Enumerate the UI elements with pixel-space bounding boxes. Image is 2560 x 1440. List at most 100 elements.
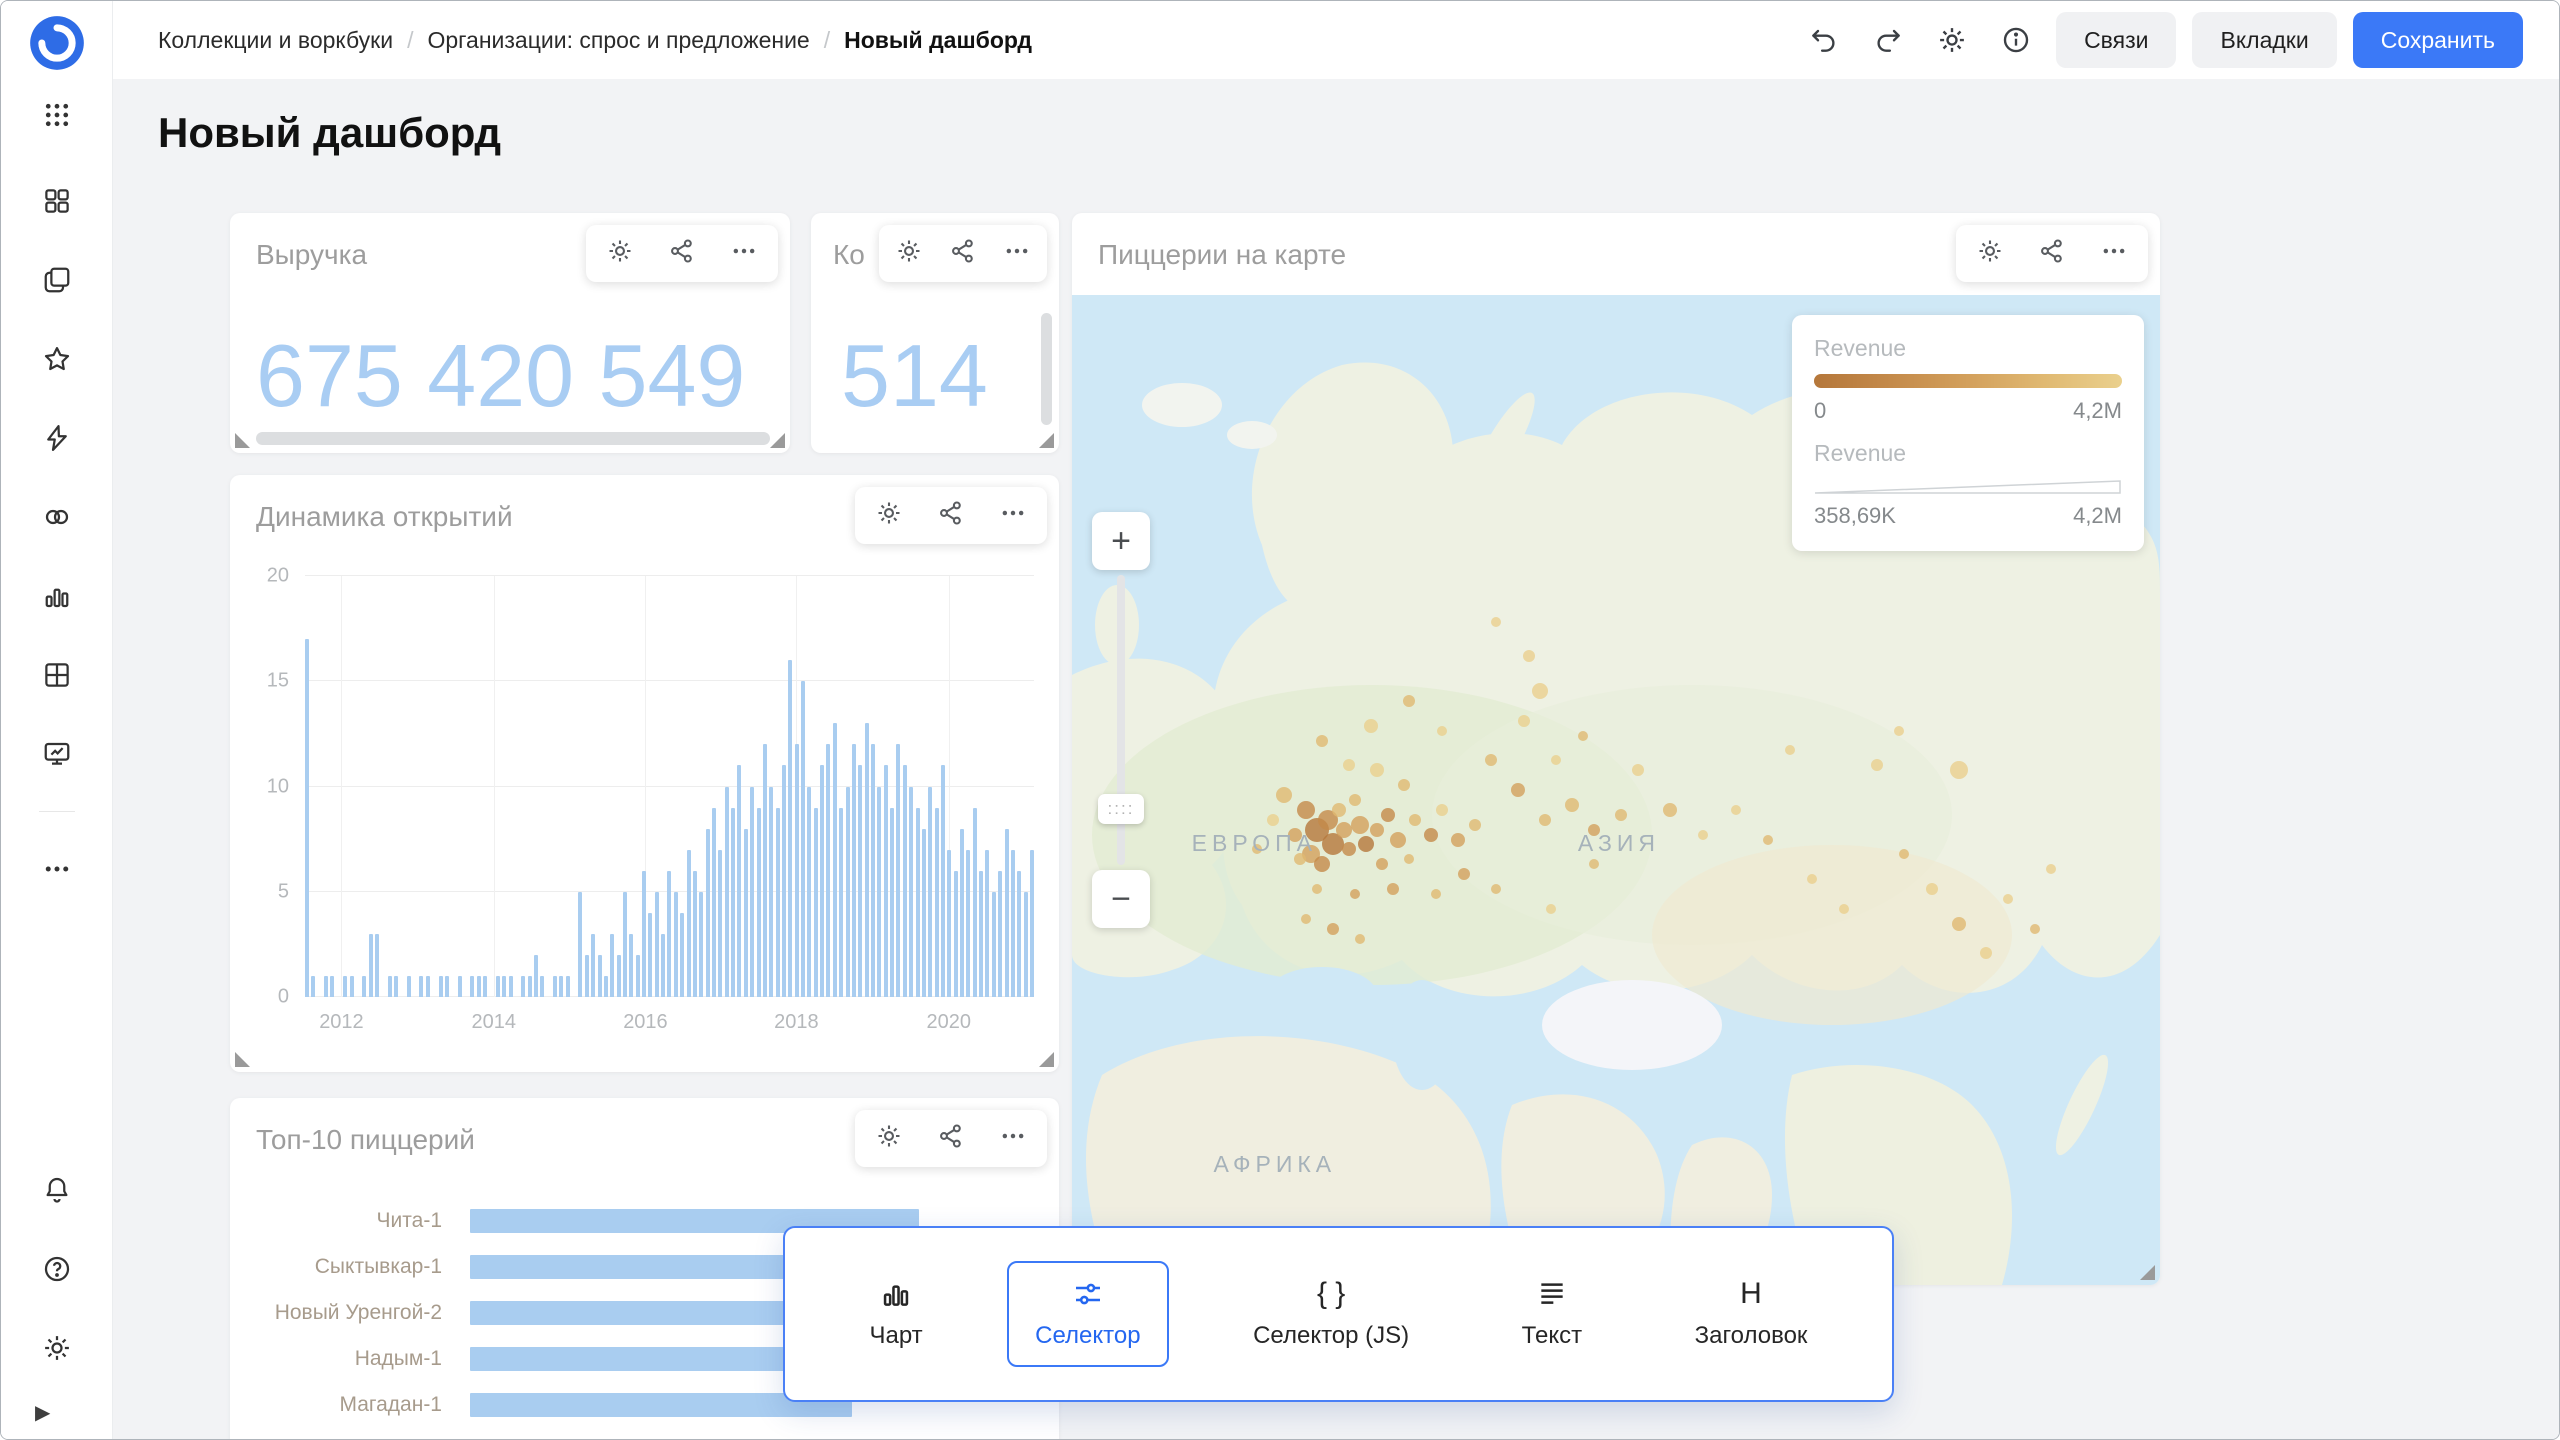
map-point[interactable] [1485,754,1497,766]
map-point[interactable] [1952,917,1966,931]
map-point[interactable] [1276,787,1292,803]
map-point[interactable] [1807,874,1817,884]
map-point[interactable] [1839,904,1849,914]
breadcrumb-collections[interactable]: Коллекции и воркбуки [158,27,393,54]
map-point[interactable] [1615,809,1627,821]
map-point[interactable] [1518,715,1530,727]
toolbar-item-selector[interactable]: Селектор [1007,1261,1168,1367]
map-point[interactable] [1381,808,1395,822]
map-point[interactable] [1301,914,1311,924]
map-point[interactable] [1437,726,1447,736]
widget-settings-gear-icon[interactable] [895,237,923,270]
widget-dynamics[interactable]: Динамика открытий 05101520 2012201420162… [230,475,1059,1072]
map-point[interactable] [1980,947,1992,959]
map-point[interactable] [1314,856,1330,872]
settings-gear-icon[interactable] [31,1322,83,1374]
map-point[interactable] [1267,814,1279,826]
undo-icon[interactable] [1800,16,1848,64]
sidebar-item-charts[interactable] [31,570,83,622]
map-point[interactable] [1546,904,1556,914]
map-point[interactable] [1327,923,1339,935]
map-point[interactable] [1950,761,1968,779]
map-point[interactable] [1589,859,1599,869]
datalens-logo-icon[interactable] [29,15,85,71]
widget-share-icon[interactable] [668,237,696,270]
toolbar-item-heading[interactable]: H Заголовок [1667,1261,1836,1367]
map-point[interactable] [1523,650,1535,662]
sidebar-collapse-icon[interactable]: ▶ [35,1400,50,1425]
map-point[interactable] [1926,883,1938,895]
map-point[interactable] [1871,759,1883,771]
map-point[interactable] [1451,833,1465,847]
dashboard-settings-gear-icon[interactable] [1928,16,1976,64]
save-button[interactable]: Сохранить [2353,12,2523,68]
widget-more-icon[interactable] [999,499,1027,532]
vertical-scrollbar[interactable] [1041,313,1052,425]
map-canvas[interactable]: ЕВРОПА АЗИЯ АФРИКА + :::: − Revenue 0 4,… [1072,295,2160,1285]
toolbar-item-selector-js[interactable]: { } Селектор (JS) [1225,1261,1437,1367]
sidebar-more-icon[interactable] [31,843,83,895]
widget-more-icon[interactable] [999,1122,1027,1155]
resize-handle[interactable] [770,433,785,448]
map-point[interactable] [1511,783,1525,797]
map-point[interactable] [1663,803,1677,817]
apps-grid-icon[interactable] [31,89,83,141]
map-zoom-out-button[interactable]: − [1092,870,1150,928]
resize-handle[interactable] [2140,1265,2155,1280]
map-point[interactable] [2003,894,2013,904]
map-zoom-in-button[interactable]: + [1092,512,1150,570]
map-point[interactable] [1297,801,1315,819]
map-point[interactable] [1390,832,1406,848]
sidebar-item-collections[interactable] [31,254,83,306]
map-point[interactable] [1387,883,1399,895]
map-point[interactable] [1370,823,1384,837]
map-point[interactable] [1532,683,1548,699]
breadcrumb-workbook[interactable]: Организации: спрос и предложение [427,27,809,54]
widget-settings-gear-icon[interactable] [606,237,634,270]
map-point[interactable] [1343,759,1355,771]
widget-settings-gear-icon[interactable] [1976,237,2004,270]
toolbar-item-text[interactable]: Текст [1494,1261,1610,1367]
redo-icon[interactable] [1864,16,1912,64]
map-point[interactable] [1398,779,1410,791]
sidebar-item-datasets[interactable] [31,649,83,701]
widget-more-icon[interactable] [1003,237,1031,270]
sidebar-item-editor[interactable] [31,728,83,780]
widget-count[interactable]: Ко 514 [811,213,1059,453]
map-point[interactable] [1632,764,1644,776]
map-point[interactable] [1539,814,1551,826]
map-point[interactable] [1312,884,1322,894]
map-point[interactable] [1403,695,1415,707]
resize-handle[interactable] [1039,1052,1054,1067]
widget-settings-gear-icon[interactable] [875,1122,903,1155]
help-icon[interactable] [31,1243,83,1295]
map-point[interactable] [1698,830,1708,840]
map-zoom-slider-handle[interactable]: :::: [1098,794,1144,824]
map-point[interactable] [1491,884,1501,894]
horizontal-scrollbar[interactable] [256,432,770,445]
widget-settings-gear-icon[interactable] [875,499,903,532]
map-point[interactable] [1358,836,1374,852]
widget-more-icon[interactable] [2100,237,2128,270]
widget-revenue[interactable]: Выручка 675 420 549 [230,213,790,453]
map-point[interactable] [1351,816,1369,834]
map-point[interactable] [1436,804,1448,816]
map-point[interactable] [1349,794,1361,806]
map-point[interactable] [1424,828,1438,842]
map-point[interactable] [1336,822,1352,838]
sidebar-item-favorites[interactable] [31,333,83,385]
sidebar-item-audience[interactable] [31,491,83,543]
widget-share-icon[interactable] [937,1122,965,1155]
links-button[interactable]: Связи [2056,12,2176,68]
map-point[interactable] [2046,864,2056,874]
map-point[interactable] [1763,835,1773,845]
map-point[interactable] [1316,735,1328,747]
map-point[interactable] [1370,763,1384,777]
map-point[interactable] [1364,719,1378,733]
map-point[interactable] [1785,745,1795,755]
map-point[interactable] [1899,849,1909,859]
info-icon[interactable] [1992,16,2040,64]
map-point[interactable] [1731,805,1741,815]
map-point[interactable] [1469,819,1481,831]
map-point[interactable] [1355,934,1365,944]
